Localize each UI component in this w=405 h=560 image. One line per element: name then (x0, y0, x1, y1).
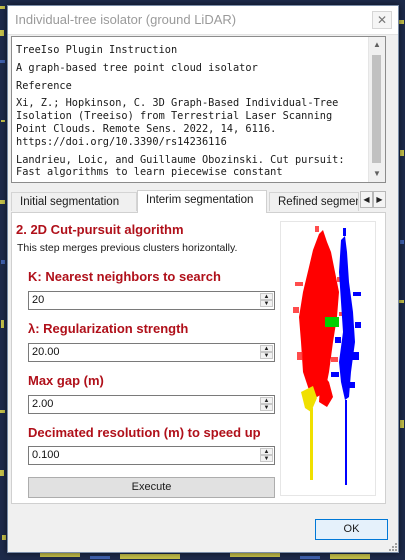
instruction-textbox[interactable]: TreeIso Plugin Instruction A graph-based… (11, 36, 386, 183)
step-up-icon[interactable]: ▲ (260, 448, 273, 455)
tab-initial-segmentation[interactable]: Initial segmentation (11, 192, 137, 211)
info-line: A graph-based tree point cloud isolator (16, 61, 258, 74)
section-description: This step merges previous clusters horiz… (17, 242, 238, 254)
spinner-buttons[interactable]: ▲ ▼ (260, 397, 273, 412)
instruction-text: TreeIso Plugin Instruction A graph-based… (16, 44, 366, 182)
tab-scroll-left-icon[interactable]: ◀ (360, 191, 373, 208)
section-heading: 2. 2D Cut-pursuit algorithm (16, 222, 184, 237)
tab-bar: Initial segmentation Interim segmentatio… (11, 190, 386, 213)
tree-point-cloud-icon (293, 226, 361, 485)
close-icon: ✕ (376, 13, 388, 27)
step-down-icon[interactable]: ▼ (260, 404, 273, 411)
window-title: Individual-tree isolator (ground LiDAR) (15, 12, 237, 27)
info-line: Xi, Z.; Hopkinson, C. 3D Graph-Based Ind… (16, 97, 345, 148)
scroll-thumb[interactable] (372, 55, 381, 163)
field-label-decimated-resolution: Decimated resolution (m) to speed up (28, 425, 261, 440)
decimated-resolution-spinbox[interactable]: 0.100 ▲ ▼ (28, 446, 275, 465)
step-up-icon[interactable]: ▲ (260, 345, 273, 352)
lambda-spinbox[interactable]: 20.00 ▲ ▼ (28, 343, 275, 362)
info-line: Landrieu, Loic, and Guillaume Obozinski.… (16, 153, 351, 179)
ok-button[interactable]: OK (315, 519, 388, 540)
info-line: TreeIso Plugin Instruction (16, 44, 178, 56)
tab-refined-segmentation[interactable]: Refined segmentation (269, 192, 359, 211)
step-up-icon[interactable]: ▲ (260, 293, 273, 300)
tab-scroll-right-icon[interactable]: ▶ (373, 191, 386, 208)
resize-grip-icon[interactable] (388, 542, 398, 552)
info-line: Reference (16, 79, 72, 92)
step-down-icon[interactable]: ▼ (260, 455, 273, 462)
max-gap-spinbox[interactable]: 2.00 ▲ ▼ (28, 395, 275, 414)
title-bar[interactable]: Individual-tree isolator (ground LiDAR) … (8, 6, 398, 35)
field-label-k: K: Nearest neighbors to search (28, 269, 221, 284)
spinner-buttons[interactable]: ▲ ▼ (260, 345, 273, 360)
k-neighbors-value: 20 (32, 294, 45, 306)
spinner-buttons[interactable]: ▲ ▼ (260, 293, 273, 308)
step-down-icon[interactable]: ▼ (260, 352, 273, 359)
k-neighbors-spinbox[interactable]: 20 ▲ ▼ (28, 291, 275, 310)
close-button[interactable]: ✕ (372, 11, 392, 29)
vertical-scrollbar[interactable]: ▲ ▼ (368, 37, 385, 182)
step-down-icon[interactable]: ▼ (260, 300, 273, 307)
decimated-resolution-value: 0.100 (32, 449, 60, 461)
scroll-up-icon[interactable]: ▲ (369, 37, 385, 53)
field-label-max-gap: Max gap (m) (28, 373, 104, 388)
max-gap-value: 2.00 (32, 398, 54, 410)
lambda-value: 20.00 (32, 346, 60, 358)
scroll-down-icon[interactable]: ▼ (369, 166, 385, 182)
field-label-lambda: λ: Regularization strength (28, 321, 189, 336)
spinner-buttons[interactable]: ▲ ▼ (260, 448, 273, 463)
step-up-icon[interactable]: ▲ (260, 397, 273, 404)
tree-point-cloud-preview-image (280, 221, 376, 496)
tab-interim-segmentation[interactable]: Interim segmentation (137, 190, 267, 213)
execute-button[interactable]: Execute (28, 477, 275, 498)
